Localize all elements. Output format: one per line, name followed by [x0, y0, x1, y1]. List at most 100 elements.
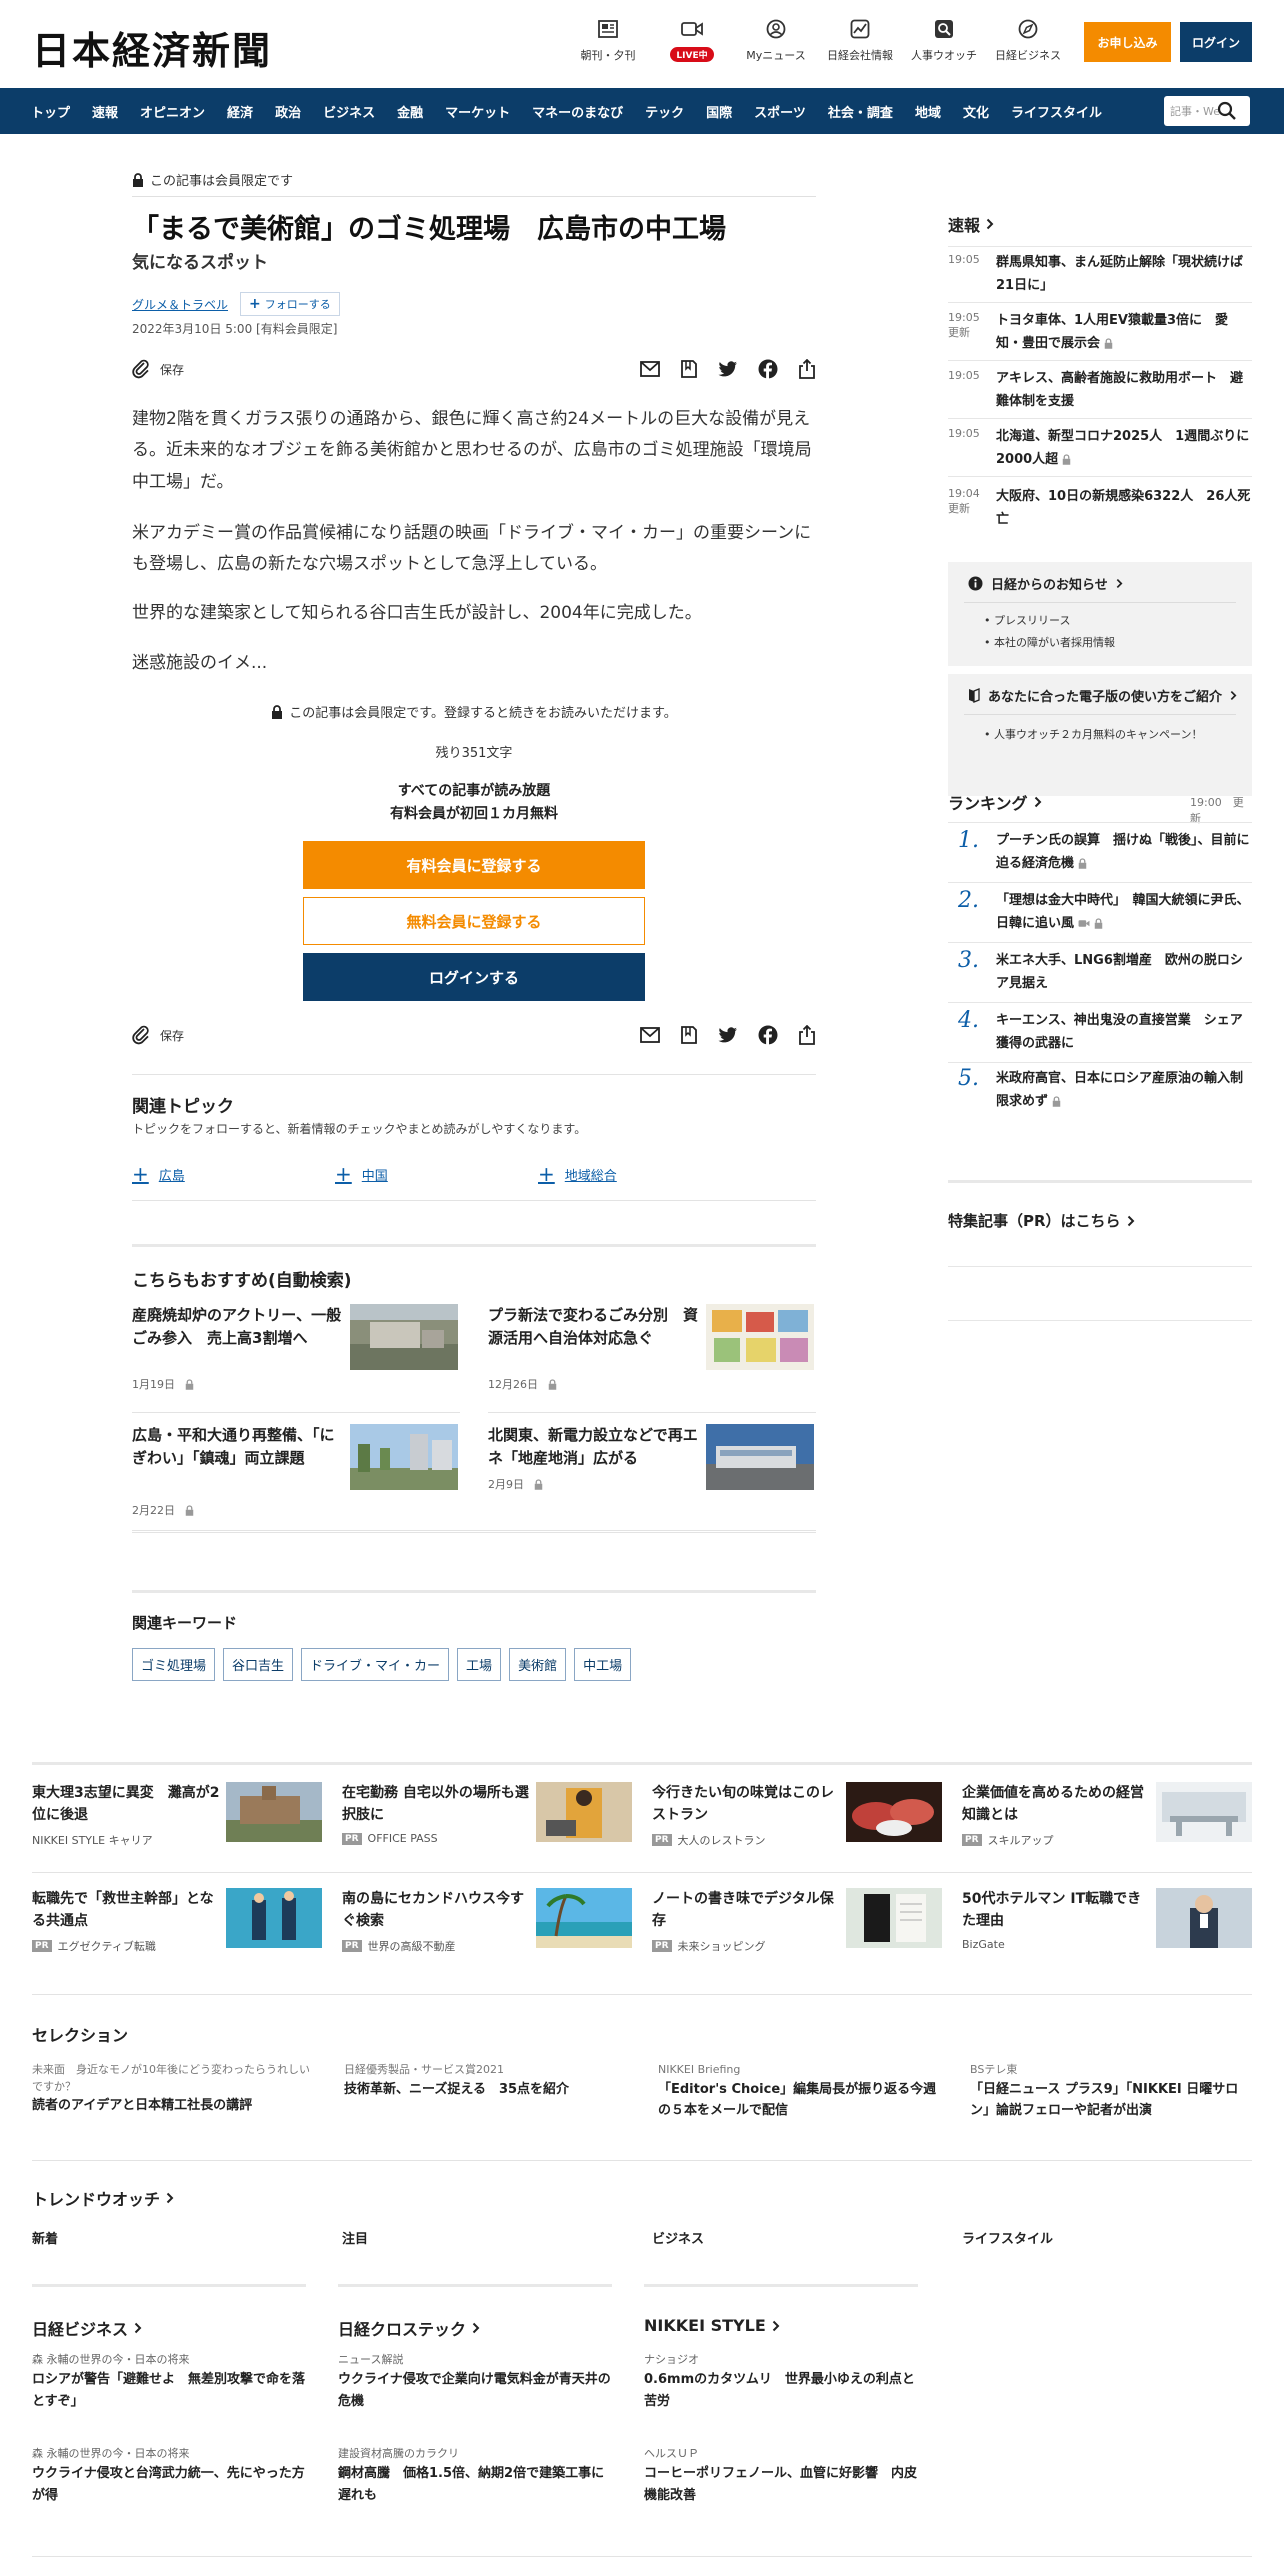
- mail-icon[interactable]: [640, 361, 660, 377]
- divider: [132, 1074, 816, 1075]
- promo-item[interactable]: 在宅勤務 自宅以外の場所も選択肢に PR OFFICE PASS: [342, 1782, 634, 1852]
- keyword-tag[interactable]: ドライブ・マイ・カー: [301, 1648, 450, 1681]
- nav-item-economy[interactable]: 経済: [216, 102, 264, 121]
- util-label: 日経ビジネス: [995, 49, 1061, 62]
- recommend-thumbnail: [706, 1424, 814, 1490]
- promo-item[interactable]: 転職先で「救世主幹部」となる共通点 PR エグゼクティブ転職: [32, 1888, 324, 1958]
- brand-article[interactable]: ナショジオ 0.6mmのカタツムリ 世界最小ゆえの利点と苦労: [644, 2352, 918, 2413]
- nav-item-money[interactable]: マネーのまなび: [521, 102, 634, 121]
- nav-item-market[interactable]: マーケット: [434, 102, 521, 121]
- nav-item-lifestyle[interactable]: ライフスタイル: [1000, 102, 1113, 121]
- keyword-tag[interactable]: ゴミ処理場: [132, 1648, 216, 1681]
- pr-badge: PR: [342, 1940, 362, 1952]
- nav-item-finance[interactable]: 金融: [386, 102, 434, 121]
- topic-chugoku[interactable]: + 中国: [335, 1164, 388, 1184]
- apply-button[interactable]: お申し込み: [1084, 22, 1171, 62]
- pr-features-heading[interactable]: 特集記事（PR）はこちら: [948, 1210, 1135, 1231]
- company-info-link[interactable]: 日経会社情報: [815, 18, 905, 63]
- breaking-title: 群馬県知事、まん延防止解除「現状続けば21日に」: [996, 255, 1244, 293]
- selection-item[interactable]: BSテレ東 「日経ニュース プラス9」「NIKKEI 日曜サロン」論説フェローや…: [970, 2062, 1250, 2121]
- twitter-icon[interactable]: [718, 360, 738, 378]
- login-button[interactable]: ログイン: [1180, 22, 1252, 62]
- nikkei-business-link[interactable]: 日経ビジネス: [983, 18, 1073, 63]
- selection-item[interactable]: 日経優秀製品・サービス賞2021 技術革新、ニーズ捉える 35点を紹介: [344, 2062, 624, 2100]
- keyword-tag[interactable]: 谷口吉生: [223, 1648, 294, 1681]
- notice-heading[interactable]: 日経からのお知らせ: [968, 574, 1123, 593]
- trend-tab-featured[interactable]: 注目: [342, 2228, 368, 2247]
- brand-heading-nikkei-business[interactable]: 日経ビジネス: [32, 2316, 142, 2340]
- follow-button[interactable]: + フォローする: [240, 292, 340, 316]
- nav-item-top[interactable]: トップ: [20, 102, 81, 121]
- recommend-item[interactable]: 広島・平和大通り再整備、「にぎわい」「鎮魂」両立課題 2月22日: [132, 1424, 460, 1524]
- notice-item[interactable]: • 本社の障がい者採用情報: [984, 634, 1115, 650]
- category-link[interactable]: グルメ＆トラベル: [132, 296, 228, 313]
- share-icon[interactable]: [798, 359, 816, 379]
- live-link[interactable]: LIVE中: [647, 18, 737, 62]
- pr-badge: PR: [32, 1940, 52, 1952]
- ranking-heading[interactable]: ランキング: [948, 790, 1042, 814]
- search-icon[interactable]: [1216, 96, 1238, 126]
- promo-item[interactable]: 企業価値を高めるための経営知識とは PR スキルアップ: [962, 1782, 1254, 1852]
- nav-item-international[interactable]: 国際: [695, 102, 743, 121]
- topic-regional[interactable]: + 地域総合: [538, 1164, 617, 1184]
- lock-icon: [534, 1478, 543, 1490]
- facebook-icon[interactable]: [758, 1025, 778, 1045]
- twitter-icon[interactable]: [718, 1026, 738, 1044]
- morning-evening-edition-link[interactable]: 朝刊・夕刊: [563, 18, 653, 63]
- recommend-item[interactable]: プラ新法で変わるごみ分別 資源活用へ自治体対応急ぐ 12月26日: [488, 1304, 816, 1404]
- brand-article[interactable]: ニュース解説 ウクライナ侵攻で企業向け電気料金が青天井の危機: [338, 2352, 612, 2413]
- promo-item[interactable]: ノートの書き味でデジタル保存 PR 未来ショッピング: [652, 1888, 944, 1958]
- divider: [32, 1762, 1252, 1765]
- trend-tab-business[interactable]: ビジネス: [652, 2228, 704, 2247]
- selection-item[interactable]: NIKKEI Briefing 「Editor's Choice」編集局長が振り…: [658, 2062, 938, 2121]
- facebook-icon[interactable]: [758, 359, 778, 379]
- recommend-item[interactable]: 北関東、新電力設立などで再エネ「地産地消」広がる 2月9日: [488, 1424, 816, 1524]
- share-icon[interactable]: [798, 1025, 816, 1045]
- brand-article[interactable]: 建設資材高騰のカラクリ 鋼材高騰 価格1.5倍、納期2倍で建築工事に遅れも: [338, 2446, 612, 2507]
- keyword-tag[interactable]: 中工場: [574, 1648, 632, 1681]
- nav-item-politics[interactable]: 政治: [264, 102, 312, 121]
- promo-item[interactable]: 東大理3志望に異変 灘高が2位に後退 NIKKEI STYLE キャリア: [32, 1782, 324, 1852]
- keyword-tag[interactable]: 工場: [457, 1648, 502, 1681]
- guide-heading[interactable]: あなたに合った電子版の使い方をご紹介: [968, 686, 1237, 705]
- pr-badge: PR: [962, 1834, 982, 1846]
- mail-icon[interactable]: [640, 1027, 660, 1043]
- brand-article[interactable]: 森 永輔の世界の今・日本の将来 ウクライナ侵攻と台湾武力統一、先にやった方が得: [32, 2446, 306, 2507]
- nav-item-society[interactable]: 社会・調査: [817, 102, 904, 121]
- bookmark-note-icon[interactable]: [680, 359, 698, 379]
- promo-item[interactable]: 50代ホテルマン IT転職できた理由 BizGate: [962, 1888, 1254, 1958]
- nav-item-tech[interactable]: テック: [634, 102, 695, 121]
- nav-item-region[interactable]: 地域: [904, 102, 952, 121]
- breaking-heading[interactable]: 速報: [948, 212, 994, 236]
- selection-item[interactable]: 未来面 身近なモノが10年後にどう変わったらうれしいですか？ 読者のアイデアと日…: [32, 2062, 312, 2116]
- promo-item[interactable]: 南の島にセカンドハウス今すぐ検索 PR 世界の高級不動産: [342, 1888, 634, 1958]
- brand-article[interactable]: 森 永輔の世界の今・日本の将来 ロシアが警告「避難せよ 無差別攻撃で命を落とすぞ…: [32, 2352, 306, 2413]
- bookmark-note-icon[interactable]: [680, 1025, 698, 1045]
- guide-item[interactable]: • 人事ウオッチ２カ月無料のキャンペーン！: [984, 726, 1202, 742]
- save-button[interactable]: 保存: [132, 359, 184, 379]
- nav-item-opinion[interactable]: オピニオン: [129, 102, 216, 121]
- trend-tab-lifestyle[interactable]: ライフスタイル: [962, 2228, 1053, 2247]
- trend-watch-heading[interactable]: トレンドウオッチ: [32, 2186, 174, 2210]
- topic-hiroshima[interactable]: + 広島: [132, 1164, 185, 1184]
- register-paid-button[interactable]: 有料会員に登録する: [303, 841, 645, 889]
- site-logo[interactable]: 日本経済新聞: [32, 20, 272, 75]
- save-button[interactable]: 保存: [132, 1025, 184, 1045]
- brand-article[interactable]: ヘルスＵＰ コーヒーポリフェノール、血管に好影響 内皮機能改善: [644, 2446, 918, 2507]
- trend-tab-new[interactable]: 新着: [32, 2228, 58, 2247]
- notice-item[interactable]: • プレスリリース: [984, 612, 1070, 628]
- brand-heading-nikkei-style[interactable]: NIKKEI STYLE: [644, 2316, 780, 2335]
- nav-item-business[interactable]: ビジネス: [312, 102, 386, 121]
- recommend-item[interactable]: 産廃焼却炉のアクトリー、一般ごみ参入 売上高3割増へ 1月19日: [132, 1304, 460, 1404]
- brand-heading-xtech[interactable]: 日経クロステック: [338, 2316, 480, 2340]
- keyword-tag[interactable]: 美術館: [509, 1648, 567, 1681]
- my-news-link[interactable]: Myニュース: [731, 18, 821, 63]
- promo-item[interactable]: 今行きたい旬の味覚はこのレストラン PR 大人のレストラン: [652, 1782, 944, 1852]
- nav-item-breaking[interactable]: 速報: [81, 102, 129, 121]
- nav-item-sports[interactable]: スポーツ: [743, 102, 817, 121]
- nav-item-culture[interactable]: 文化: [952, 102, 1000, 121]
- personnel-watch-link[interactable]: 人事ウオッチ: [899, 18, 989, 63]
- save-label: 保存: [160, 1028, 185, 1043]
- login-article-button[interactable]: ログインする: [303, 953, 645, 1001]
- register-free-button[interactable]: 無料会員に登録する: [303, 897, 645, 945]
